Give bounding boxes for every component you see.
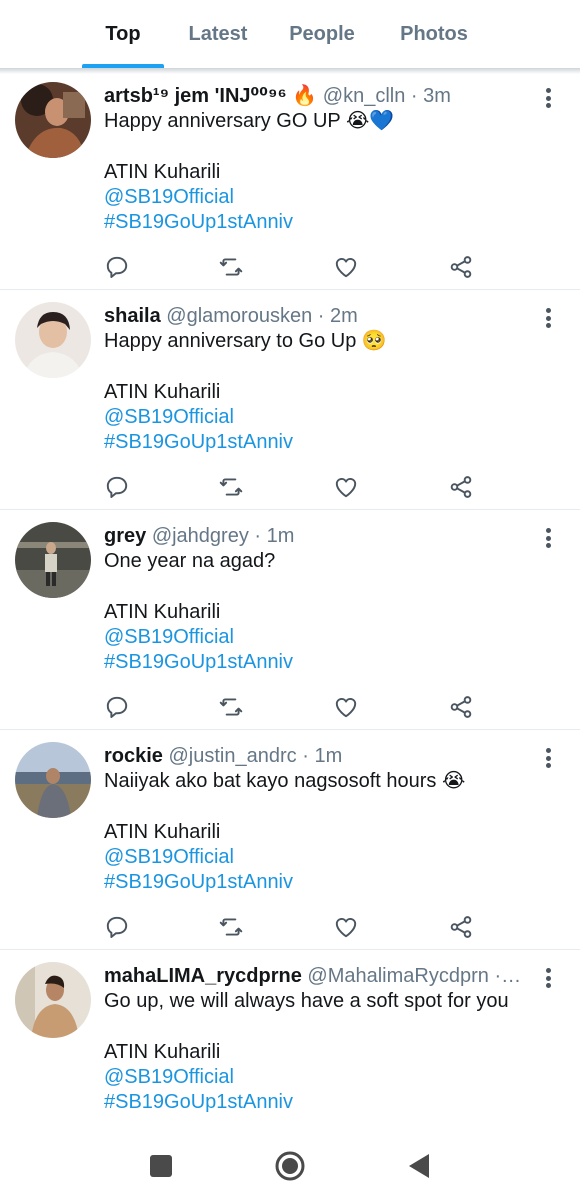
avatar[interactable] — [15, 302, 91, 378]
tweet-actions — [104, 474, 484, 500]
reply-icon[interactable] — [104, 914, 130, 940]
tweet-item[interactable]: shaila @glamorousken · 2m Happy annivers… — [0, 290, 580, 510]
recent-apps-icon[interactable] — [145, 1150, 177, 1182]
timestamp: 1m — [314, 745, 343, 767]
mention-link[interactable]: @SB19Official — [104, 1065, 536, 1090]
timestamp: 1m — [266, 525, 295, 547]
tab-label: People — [289, 22, 355, 45]
more-vertical-icon[interactable] — [540, 966, 556, 990]
tweet-text: Happy anniversary GO UP 😭💙 — [104, 110, 395, 132]
system-navigation-bar — [0, 1130, 580, 1200]
tweet-text-line: ATIN Kuharili — [104, 1041, 221, 1063]
hashtag-link[interactable]: #SB19GoUp1stAnniv — [104, 430, 536, 455]
tweet-item[interactable]: grey @jahdgrey · 1m One year na agad? AT… — [0, 510, 580, 730]
tweet-item[interactable]: artsb¹⁹ jem 'INJ⁰⁰⁹⁶ 🔥 @kn_clln · 3m Hap… — [0, 70, 580, 290]
tab-label: Top — [105, 22, 141, 45]
timestamp: 3m — [423, 85, 451, 107]
retweet-icon[interactable] — [218, 474, 244, 500]
avatar[interactable] — [15, 522, 91, 598]
display-name[interactable]: artsb¹⁹ jem 'INJ⁰⁰⁹⁶ 🔥 — [104, 85, 317, 107]
back-icon[interactable] — [404, 1150, 436, 1182]
hashtag-link[interactable]: #SB19GoUp1stAnniv — [104, 1090, 536, 1115]
tweet-text-line: ATIN Kuharili — [104, 161, 221, 183]
tweet-text-line: ATIN Kuharili — [104, 821, 221, 843]
reply-icon[interactable] — [104, 254, 130, 280]
share-icon[interactable] — [448, 914, 474, 940]
separator: · — [317, 305, 325, 327]
display-name[interactable]: shaila — [104, 305, 161, 327]
user-handle[interactable]: @justin_andrc — [169, 745, 297, 767]
separator: · — [410, 85, 418, 107]
avatar[interactable] — [15, 962, 91, 1038]
share-icon[interactable] — [448, 694, 474, 720]
user-handle[interactable]: @jahdgrey — [152, 525, 249, 547]
more-vertical-icon[interactable] — [540, 306, 556, 330]
retweet-icon[interactable] — [218, 694, 244, 720]
more-vertical-icon[interactable] — [540, 86, 556, 110]
mention-link[interactable]: @SB19Official — [104, 185, 536, 210]
share-icon[interactable] — [448, 474, 474, 500]
mention-link[interactable]: @SB19Official — [104, 625, 536, 650]
display-name[interactable]: grey — [104, 525, 146, 547]
tweet-actions — [104, 914, 484, 940]
home-icon[interactable] — [274, 1150, 306, 1182]
retweet-icon[interactable] — [218, 254, 244, 280]
tab-latest[interactable]: Latest — [164, 0, 272, 68]
separator: · — [302, 745, 309, 767]
separator: · — [254, 525, 262, 547]
timestamp: 2m — [330, 305, 358, 327]
mention-link[interactable]: @SB19Official — [104, 405, 536, 430]
tweet-item[interactable]: rockie @justin_andrc · 1m Naiiyak ako ba… — [0, 730, 580, 950]
share-icon[interactable] — [448, 254, 474, 280]
tab-top[interactable]: Top — [82, 0, 164, 68]
heart-icon[interactable] — [333, 694, 359, 720]
hashtag-link[interactable]: #SB19GoUp1stAnniv — [104, 210, 536, 235]
hashtag-link[interactable]: #SB19GoUp1stAnniv — [104, 870, 536, 895]
search-tabs: Top Latest People Photos — [0, 0, 580, 68]
tweet-actions — [104, 254, 484, 280]
tab-people[interactable]: People — [272, 0, 372, 68]
user-handle[interactable]: @MahalimaRycdprn — [307, 965, 488, 987]
tab-photos[interactable]: Photos — [372, 0, 496, 68]
more-vertical-icon[interactable] — [540, 526, 556, 550]
tweet-text-line: ATIN Kuharili — [104, 381, 221, 403]
hashtag-link[interactable]: #SB19GoUp1stAnniv — [104, 650, 536, 675]
retweet-icon[interactable] — [218, 914, 244, 940]
tab-label: Latest — [188, 22, 248, 45]
tweet-actions — [104, 694, 484, 720]
avatar[interactable] — [15, 742, 91, 818]
user-handle[interactable]: @glamorousken — [166, 305, 312, 327]
tweet-text: Go up, we will always have a soft spot f… — [104, 990, 509, 1012]
mention-link[interactable]: @SB19Official — [104, 845, 536, 870]
more-vertical-icon[interactable] — [540, 746, 556, 770]
tweet-text: Naiiyak ako bat kayo nagsosoft hours 😭 — [104, 770, 466, 792]
tweet-text: Happy anniversary to Go Up 🥺 — [104, 330, 387, 352]
display-name[interactable]: rockie — [104, 745, 163, 767]
user-handle[interactable]: @kn_clln — [323, 85, 406, 107]
reply-icon[interactable] — [104, 694, 130, 720]
separator: ·… — [494, 965, 522, 987]
tab-label: Photos — [400, 22, 468, 45]
avatar[interactable] — [15, 82, 91, 158]
tweet-text-line: ATIN Kuharili — [104, 601, 221, 623]
display-name[interactable]: mahaLIMA_rycdprne — [104, 965, 302, 987]
tweet-feed[interactable]: artsb¹⁹ jem 'INJ⁰⁰⁹⁶ 🔥 @kn_clln · 3m Hap… — [0, 70, 580, 1170]
reply-icon[interactable] — [104, 474, 130, 500]
heart-icon[interactable] — [333, 254, 359, 280]
heart-icon[interactable] — [333, 914, 359, 940]
tweet-text: One year na agad? — [104, 550, 276, 572]
heart-icon[interactable] — [333, 474, 359, 500]
